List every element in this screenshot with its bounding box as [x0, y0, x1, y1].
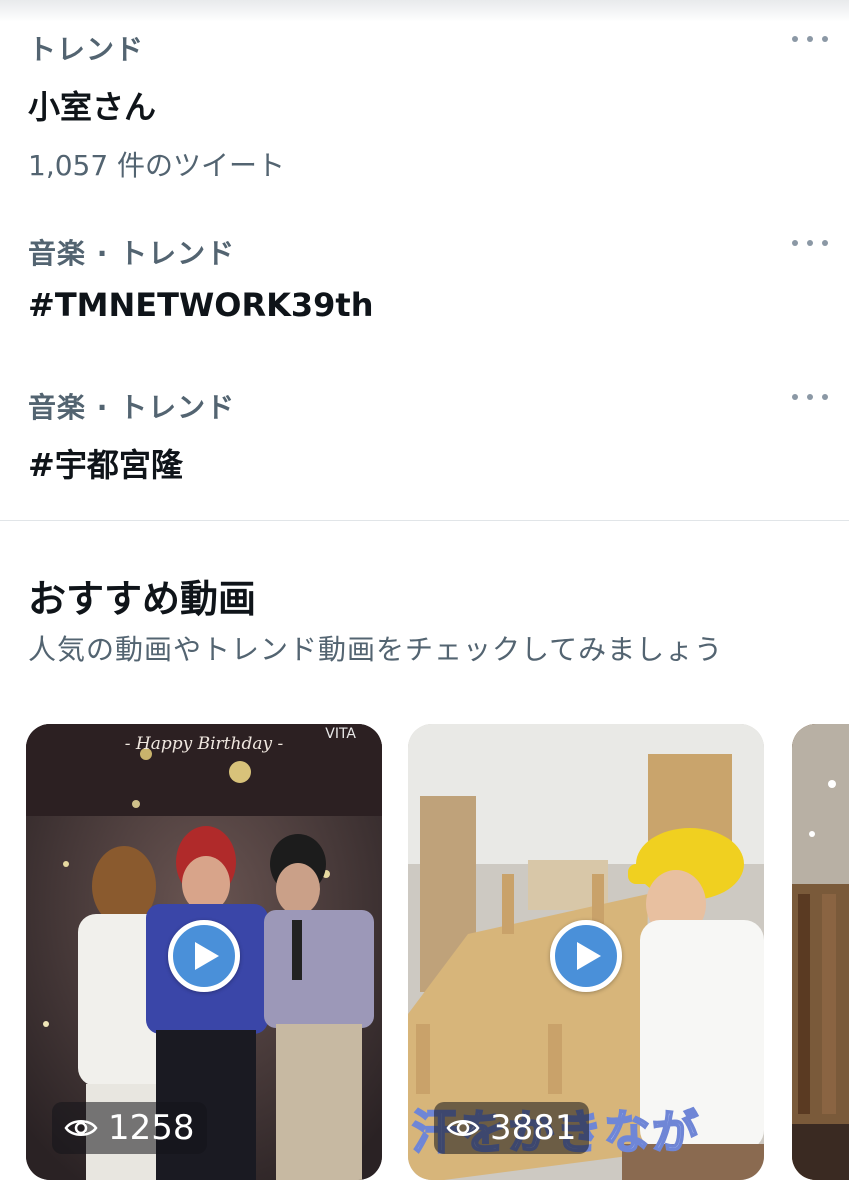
- play-icon[interactable]: [550, 920, 622, 992]
- section-divider: [0, 520, 849, 521]
- trend-category: 音楽 · トレンド: [28, 237, 236, 270]
- section-title: おすすめ動画: [28, 577, 257, 621]
- trend-category: 音楽 · トレンド: [28, 391, 236, 424]
- video-card[interactable]: - Happy Birthday - VITA 1258: [26, 724, 382, 1180]
- view-count: 1258: [108, 1108, 195, 1148]
- trend-category: トレンド: [28, 33, 145, 66]
- eye-icon: [64, 1120, 98, 1136]
- trend-item[interactable]: 音楽 · トレンド #宇都宮隆: [28, 386, 828, 486]
- video-watermark: VITA: [325, 726, 356, 742]
- trend-name: #TMNETWORK39th: [28, 286, 374, 324]
- view-count: 3881: [490, 1108, 577, 1148]
- play-icon[interactable]: [168, 920, 240, 992]
- trend-item[interactable]: トレンド 小室さん 1,057 件のツイート: [28, 28, 828, 184]
- video-thumbnail: [792, 724, 849, 1180]
- top-fade: [0, 0, 849, 22]
- eye-icon: [446, 1120, 480, 1136]
- trend-item[interactable]: 音楽 · トレンド #TMNETWORK39th: [28, 232, 828, 324]
- video-card[interactable]: 汗をかきなが 3881: [408, 724, 764, 1180]
- section-subtitle: 人気の動画やトレンド動画をチェックしてみましょう: [28, 633, 724, 666]
- trend-name: 小室さん: [28, 88, 157, 126]
- trend-count: 1,057 件のツイート: [28, 149, 286, 182]
- view-count-badge: 1258: [52, 1102, 207, 1154]
- video-card[interactable]: [792, 724, 849, 1180]
- more-horizontal-icon[interactable]: [792, 34, 828, 44]
- trend-name: #宇都宮隆: [28, 446, 183, 484]
- more-horizontal-icon[interactable]: [792, 238, 828, 248]
- more-horizontal-icon[interactable]: [792, 392, 828, 402]
- view-count-badge: 3881: [434, 1102, 589, 1154]
